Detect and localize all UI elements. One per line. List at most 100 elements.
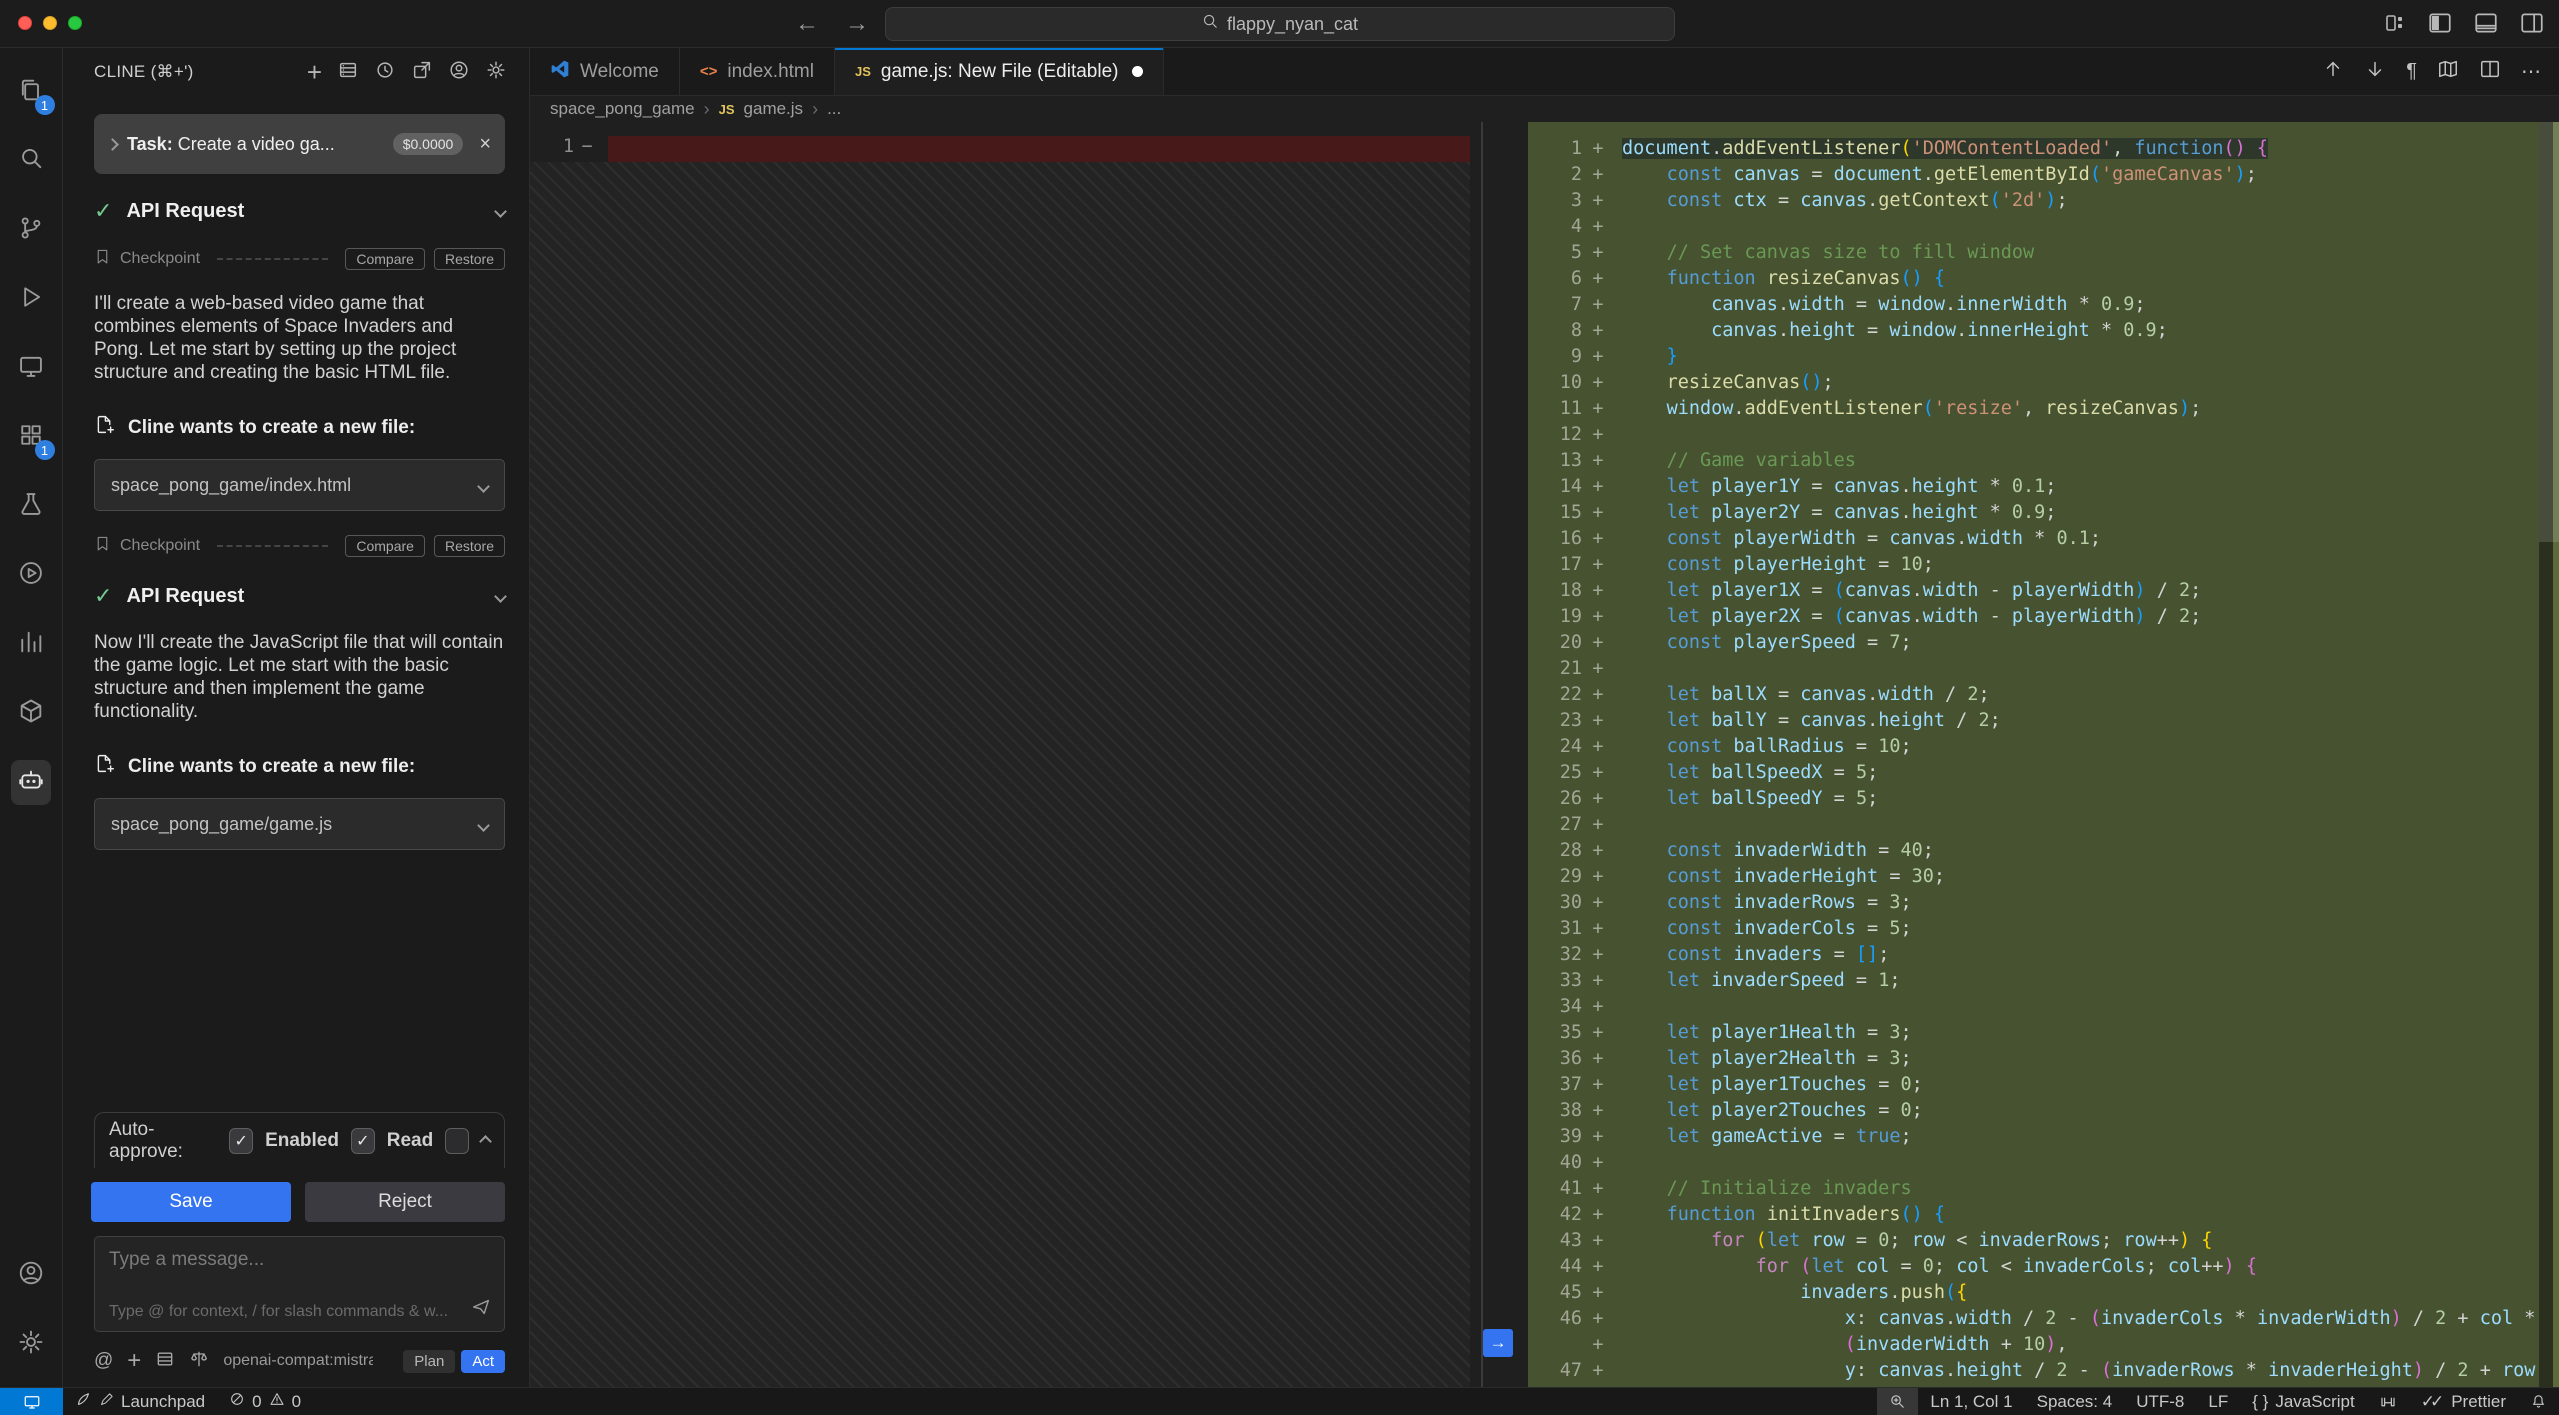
collapse-chevron-icon[interactable] [496,585,505,607]
problems-status[interactable]: 0 0 [217,1388,313,1415]
activity-search-icon[interactable] [0,127,63,196]
history-back-icon[interactable]: ← [795,10,819,38]
huggingface-status-icon[interactable] [2367,1388,2409,1415]
prettier-label: Prettier [2451,1392,2506,1412]
extra-checkbox[interactable] [445,1128,469,1154]
activity-remote-explorer-icon[interactable] [0,334,63,403]
activity-account-icon[interactable] [0,1241,63,1310]
activity-ml-icon[interactable] [0,610,63,679]
open-in-editor-icon[interactable] [411,59,433,86]
history-forward-icon[interactable]: → [845,10,869,38]
command-center-search[interactable]: flappy_nyan_cat [885,7,1675,41]
toggle-secondary-sidebar-icon[interactable] [2519,10,2545,36]
mcp-icon[interactable] [155,1349,175,1374]
read-checkbox[interactable]: ✓ [351,1128,375,1154]
activity-extensions-icon[interactable]: 1 [0,403,63,472]
scrollbar-thumb[interactable] [2539,122,2559,542]
account-icon[interactable] [448,59,470,86]
diff-swap-button[interactable]: → [1483,1329,1513,1357]
whitespace-icon[interactable]: ¶ [2406,60,2417,83]
breadcrumb-folder[interactable]: space_pong_game [550,99,695,119]
message-composer[interactable]: Type a message... Type @ for context, / … [94,1236,505,1332]
code-lines[interactable]: 1+document.addEventListener('DOMContentL… [1528,136,2537,1384]
breadcrumb[interactable]: space_pong_game › JS game.js › ... [530,96,2559,122]
js-file-icon: JS [719,102,735,117]
close-window-button[interactable] [18,16,32,30]
checkpoint-label: Checkpoint [120,250,200,268]
encoding[interactable]: UTF-8 [2124,1388,2196,1415]
plan-mode-button[interactable]: Plan [403,1350,455,1373]
send-icon[interactable] [470,1296,492,1323]
task-close-icon[interactable]: × [479,133,491,156]
activity-testing-icon[interactable] [0,472,63,541]
next-change-icon[interactable] [2364,58,2386,86]
file-path-dropdown[interactable]: space_pong_game/index.html [94,459,505,511]
pen-rocket-icon [99,1392,114,1412]
enabled-checkbox[interactable]: ✓ [229,1128,253,1154]
customize-layout-icon[interactable] [2383,11,2407,35]
breadcrumb-symbol[interactable]: ... [827,99,841,119]
activity-package-icon[interactable] [0,679,63,748]
restore-button[interactable]: Restore [434,248,505,270]
new-task-icon[interactable]: + [307,62,322,82]
split-editor-icon[interactable] [2479,58,2501,86]
launchpad-status[interactable]: Launchpad [63,1388,217,1415]
add-context-icon[interactable]: + [127,1347,141,1375]
prev-change-icon[interactable] [2322,58,2344,86]
code-line: 43+ for (let row = 0; row < invaderRows;… [1528,1228,2537,1254]
collapse-chevron-icon[interactable] [496,200,505,222]
model-name[interactable]: openai-compat:mistralai/... [223,1352,373,1370]
more-actions-icon[interactable]: ⋯ [2521,59,2541,84]
code-line: 46+ x: canvas.width / 2 - (invaderCols *… [1528,1306,2537,1332]
mcp-servers-icon[interactable] [337,59,359,86]
tab-game-js[interactable]: JS game.js: New File (Editable) [835,48,1165,95]
history-icon[interactable] [374,59,396,86]
indentation[interactable]: Spaces: 4 [2025,1388,2125,1415]
diff-sash[interactable] [1481,122,1483,1387]
task-text: Create a video ga... [178,134,335,154]
tab-index-html[interactable]: <> index.html [680,48,835,95]
breadcrumb-file[interactable]: game.js [744,99,804,119]
model-picker-icon[interactable] [189,1349,209,1374]
remote-indicator[interactable] [0,1388,63,1415]
restore-button[interactable]: Restore [434,535,505,557]
toggle-primary-sidebar-icon[interactable] [2427,10,2453,36]
notifications-bell-icon[interactable] [2518,1388,2559,1415]
code-line: 42+ function initInvaders() { [1528,1202,2537,1228]
mention-icon[interactable]: @ [94,1350,113,1372]
compare-button[interactable]: Compare [345,248,425,270]
act-mode-button[interactable]: Act [461,1350,505,1373]
settings-gear-icon[interactable] [485,59,507,86]
zoom-window-button[interactable] [68,16,82,30]
prettier-status[interactable]: ✓✓ Prettier [2409,1388,2518,1415]
reject-button[interactable]: Reject [305,1182,505,1222]
code-line: 38+ let player2Touches = 0; [1528,1098,2537,1124]
toggle-panel-icon[interactable] [2473,10,2499,36]
activity-play-circle-icon[interactable] [0,541,63,610]
activity-bar-top: 11 [0,48,63,817]
activity-files-icon[interactable]: 1 [0,58,63,127]
activity-source-control-icon[interactable] [0,196,63,265]
minimize-window-button[interactable] [43,16,57,30]
compare-button[interactable]: Compare [345,535,425,557]
language-mode[interactable]: { } JavaScript [2240,1388,2366,1415]
auto-approve-bar[interactable]: Auto-approve: ✓ Enabled ✓ Read [94,1112,505,1168]
dirty-indicator-icon[interactable] [1132,66,1143,77]
editor-scrollbar[interactable] [2539,122,2559,1387]
activity-run-debug-icon[interactable] [0,265,63,334]
file-path-dropdown[interactable]: space_pong_game/game.js [94,798,505,850]
task-header[interactable]: Task: Create a video ga... $0.0000 × [94,114,505,174]
cursor-position[interactable]: Ln 1, Col 1 [1918,1388,2024,1415]
task-expand-chevron-icon[interactable] [106,138,119,151]
save-button[interactable]: Save [91,1182,291,1222]
diff-modified-pane[interactable]: 1+document.addEventListener('DOMContentL… [1528,122,2559,1387]
open-preview-icon[interactable] [2437,58,2459,86]
screencast-zoom-indicator[interactable] [1877,1388,1918,1415]
code-line: 22+ let ballX = canvas.width / 2; [1528,682,2537,708]
chevron-up-icon[interactable] [481,1130,490,1152]
eol-indicator[interactable]: LF [2196,1388,2240,1415]
activity-settings-gear-icon[interactable] [0,1310,63,1379]
activity-cline-icon[interactable] [0,748,63,817]
diff-original-pane[interactable]: 1 − [530,122,1481,1387]
tab-welcome[interactable]: Welcome [530,48,680,95]
